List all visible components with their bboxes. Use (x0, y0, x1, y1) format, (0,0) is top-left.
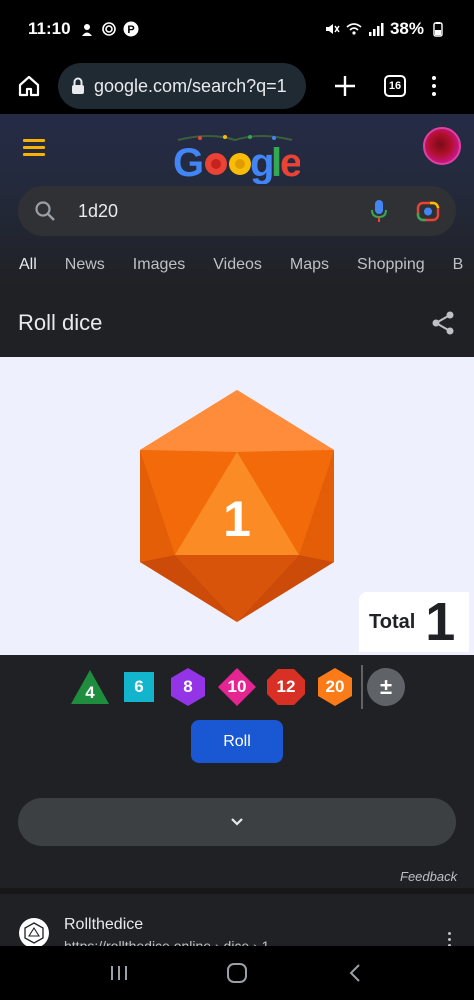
share-icon[interactable] (430, 310, 456, 336)
lock-icon (72, 77, 84, 94)
total-value: 1 (425, 592, 456, 652)
system-nav-bar (0, 946, 474, 1000)
notification-icon (81, 24, 92, 36)
browser-menu-button[interactable] (432, 76, 436, 96)
recents-button[interactable] (107, 961, 131, 985)
mute-icon (325, 24, 340, 34)
status-time: 11:10 (28, 19, 71, 38)
feedback-link[interactable]: Feedback (400, 869, 457, 884)
svg-text:P: P (127, 24, 134, 36)
tab-images[interactable]: Images (133, 256, 185, 288)
back-button[interactable] (343, 961, 367, 985)
status-right: 38% (324, 19, 446, 39)
d10-button[interactable]: 10 (217, 667, 257, 707)
tab-news[interactable]: News (65, 256, 105, 288)
dice-widget-header: Roll dice (0, 288, 474, 357)
expand-button[interactable] (18, 798, 456, 846)
rolled-value: 1 (223, 491, 251, 547)
google-lens-icon[interactable] (416, 199, 440, 223)
status-bar: 11:10 P 38% (0, 0, 474, 58)
home-nav-button[interactable] (225, 961, 249, 985)
dice-selector: 4 6 8 10 12 20 ± (70, 664, 405, 710)
paypal-icon: P (123, 21, 139, 37)
search-input[interactable]: 1d20 (78, 201, 370, 222)
tab-all[interactable]: All (19, 256, 37, 288)
d20-button[interactable]: 20 (315, 667, 355, 707)
battery-icon (433, 22, 443, 37)
url-text: google.com/search?q=1 (94, 75, 287, 96)
tab-videos[interactable]: Videos (213, 256, 262, 288)
svg-text:e: e (280, 141, 300, 184)
new-tab-button[interactable] (330, 71, 360, 101)
chevron-down-icon (231, 818, 243, 826)
svg-text:G: G (173, 141, 204, 184)
tab-books[interactable]: B (453, 256, 464, 288)
fingerprint-icon (101, 22, 116, 36)
signal-icon (368, 23, 384, 36)
total-box: Total 1 (359, 592, 469, 652)
search-tabs: All News Images Videos Maps Shopping B (0, 256, 474, 288)
tab-shopping[interactable]: Shopping (357, 256, 425, 288)
dice-canvas[interactable]: 1 Total 1 (0, 357, 474, 655)
menu-icon[interactable] (23, 139, 45, 160)
tab-maps[interactable]: Maps (290, 256, 329, 288)
home-icon (18, 75, 40, 97)
tab-switcher-button[interactable]: 16 (384, 75, 406, 97)
d8-label: 8 (183, 677, 193, 696)
wifi-icon (346, 23, 362, 35)
home-circle-icon (227, 963, 247, 983)
address-bar[interactable]: google.com/search?q=1 (58, 63, 306, 109)
result-url[interactable]: https://rollthedice.online › dice › 1 (64, 938, 269, 946)
d6-label: 6 (134, 677, 144, 696)
d8-button[interactable]: 8 (168, 667, 208, 707)
result-site-name[interactable]: Rollthedice (64, 916, 143, 934)
d10-label: 10 (227, 677, 247, 696)
search-box[interactable]: 1d20 (18, 186, 456, 236)
result-menu-button[interactable] (448, 932, 451, 946)
d12-button[interactable]: 12 (266, 667, 306, 707)
d4-button[interactable]: 4 (70, 667, 110, 707)
site-favicon (19, 918, 49, 946)
browser-toolbar: google.com/search?q=1 16 (0, 58, 474, 114)
d12-label: 12 (276, 677, 296, 696)
d20-label: 20 (325, 677, 345, 696)
back-icon (349, 964, 360, 982)
selector-divider (361, 665, 363, 709)
plus-icon (335, 76, 355, 96)
d4-label: 4 (85, 683, 95, 702)
search-result[interactable]: Rollthedice https://rollthedice.online ›… (0, 894, 474, 946)
d20-favicon-icon (24, 922, 44, 944)
recents-icon (111, 966, 127, 980)
widget-title: Roll dice (18, 309, 103, 335)
status-notification-icons: P (79, 21, 139, 37)
account-avatar[interactable] (423, 127, 461, 165)
search-icon (35, 201, 55, 221)
battery-percent: 38% (389, 19, 424, 38)
google-logo: G g l e (173, 135, 300, 184)
google-doodle[interactable]: G g l e (170, 128, 300, 184)
home-button[interactable] (14, 71, 44, 101)
total-label: Total (369, 610, 416, 633)
roll-button[interactable]: Roll (191, 720, 283, 763)
modifier-button[interactable]: ± (367, 668, 405, 706)
d6-button[interactable]: 6 (119, 667, 159, 707)
microphone-icon[interactable] (370, 199, 388, 223)
